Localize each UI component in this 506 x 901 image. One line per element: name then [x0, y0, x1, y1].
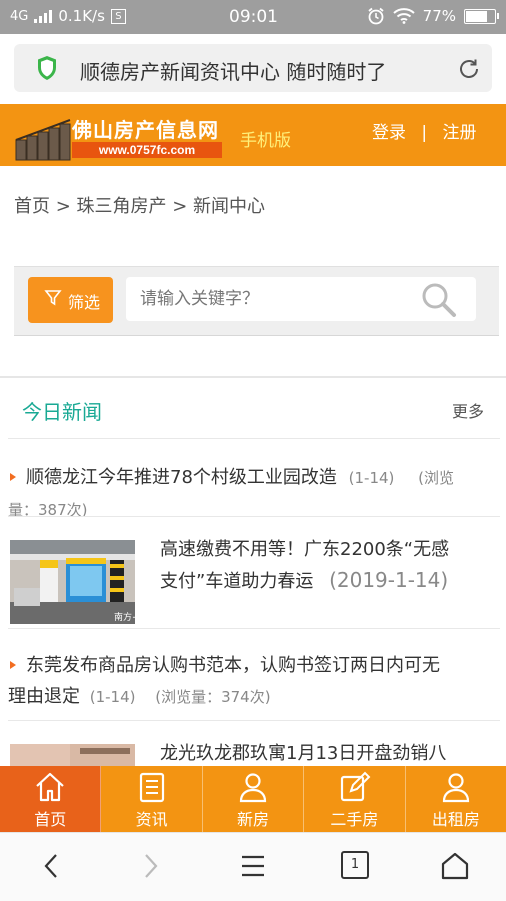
tab-label: 出租房 [431, 810, 480, 829]
reload-icon[interactable] [456, 56, 482, 82]
edit-icon [341, 771, 371, 802]
news-views: (浏览 [418, 469, 454, 487]
forward-icon[interactable] [140, 851, 162, 881]
news-title: 高速缴费不用等！广东2200条“无感 [160, 539, 450, 560]
network-speed: 0.1K/s [58, 7, 105, 25]
logo-text: 佛山房产信息网 [72, 118, 219, 142]
signal-icon [34, 9, 53, 23]
news-date: (1-14) [89, 688, 136, 706]
register-link[interactable]: 注册 [443, 118, 477, 143]
tab-new-homes[interactable]: 新房 [203, 766, 305, 832]
browser-nav-bar: 1 [0, 832, 506, 901]
news-title: 理由退定 [8, 686, 80, 707]
tab-home[interactable]: 首页 [0, 766, 102, 832]
more-link[interactable]: 更多 [452, 398, 484, 422]
search-icon[interactable] [420, 281, 458, 319]
alarm-icon [368, 7, 384, 25]
news-item[interactable]: 高速缴费不用等！广东2200条“无感 支付”车道助力春运 (2019-1-14) [160, 534, 500, 597]
home-icon[interactable] [440, 851, 470, 881]
bullet-icon [10, 661, 16, 669]
news-item[interactable]: 东莞发布商品房认购书范本，认购书签订两日内可无 理由退定 (1-14) (浏览量… [8, 650, 500, 713]
site-logo[interactable]: 佛山房产信息网 www.0757fc.com [14, 110, 226, 162]
roof-tiles-icon [15, 119, 71, 161]
news-item[interactable]: 龙光玖龙郡玖寓1月13日开盘劲销八 [160, 738, 500, 769]
auth-separator: | [421, 123, 428, 143]
divider [8, 628, 500, 629]
filter-button[interactable]: 筛选 [28, 277, 113, 323]
filter-label: 筛选 [68, 293, 101, 312]
news-title: 东莞发布商品房认购书范本，认购书签订两日内可无 [26, 655, 440, 676]
tab-news[interactable]: 资讯 [101, 766, 203, 832]
news-title: 顺德龙江今年推进78个村级工业园改造 [26, 467, 337, 488]
tab-label: 首页 [34, 810, 67, 829]
tab-label: 新房 [237, 810, 270, 829]
section-title: 今日新闻 [22, 400, 102, 424]
mobile-version-label: 手机版 [240, 131, 291, 151]
news-date: (1-14) [348, 469, 395, 487]
bullet-icon [10, 473, 16, 481]
login-link[interactable]: 登录 [372, 118, 406, 143]
divider [8, 720, 500, 721]
news-icon [139, 772, 164, 803]
sim-badge-icon: S [110, 8, 126, 24]
browser-address-area: 顺德房产新闻资讯中心 随时随时了 [0, 34, 506, 104]
news-date: (2019-1-14) [329, 568, 449, 592]
tab-label: 二手房 [330, 810, 379, 829]
user-icon [239, 773, 267, 803]
address-bar[interactable]: 顺德房产新闻资讯中心 随时随时了 [14, 44, 492, 92]
search-panel: 筛选 [14, 266, 499, 336]
news-thumbnail[interactable] [10, 744, 135, 766]
divider [8, 438, 500, 439]
tabs-count-button[interactable]: 1 [341, 851, 369, 879]
divider [0, 376, 506, 378]
tab-label: 资讯 [135, 810, 168, 829]
battery-icon [464, 8, 499, 24]
wifi-icon [392, 8, 415, 24]
news-title: 龙光玖龙郡玖寓1月13日开盘劲销八 [160, 743, 447, 764]
network-type: 4G [10, 8, 29, 24]
page-title-in-address: 顺德房产新闻资讯中心 随时随时了 [80, 60, 387, 84]
home-icon [36, 772, 64, 802]
property-image [10, 744, 135, 766]
divider [8, 516, 500, 517]
filter-icon [44, 290, 62, 306]
news-thumbnail[interactable]: 南方+ [10, 540, 135, 624]
auth-links: 登录 | 注册 [372, 118, 477, 143]
clock: 09:01 [229, 7, 278, 27]
bottom-tab-bar: 首页 资讯 新房 二手房 出租房 [0, 766, 506, 832]
logo-url: www.0757fc.com [72, 142, 222, 158]
toll-station-image: 南方+ [10, 540, 135, 624]
menu-icon[interactable] [240, 851, 266, 881]
news-views: (浏览量：374次) [155, 688, 271, 706]
tab-rentals[interactable]: 出租房 [406, 766, 506, 832]
site-header: 佛山房产信息网 www.0757fc.com 手机版 登录 | 注册 [0, 104, 506, 166]
battery-percent: 77% [422, 7, 456, 25]
status-bar: 4G 0.1K/s S 09:01 77% [0, 0, 506, 34]
user-icon [442, 773, 469, 803]
breadcrumb[interactable]: 首页 > 珠三角房产 > 新闻中心 [14, 192, 265, 218]
shield-icon [38, 56, 56, 80]
image-watermark: 南方+ [114, 611, 135, 623]
news-title: 支付”车道助力春运 [160, 571, 314, 592]
back-icon[interactable] [40, 851, 62, 881]
tab-second-hand[interactable]: 二手房 [304, 766, 406, 832]
